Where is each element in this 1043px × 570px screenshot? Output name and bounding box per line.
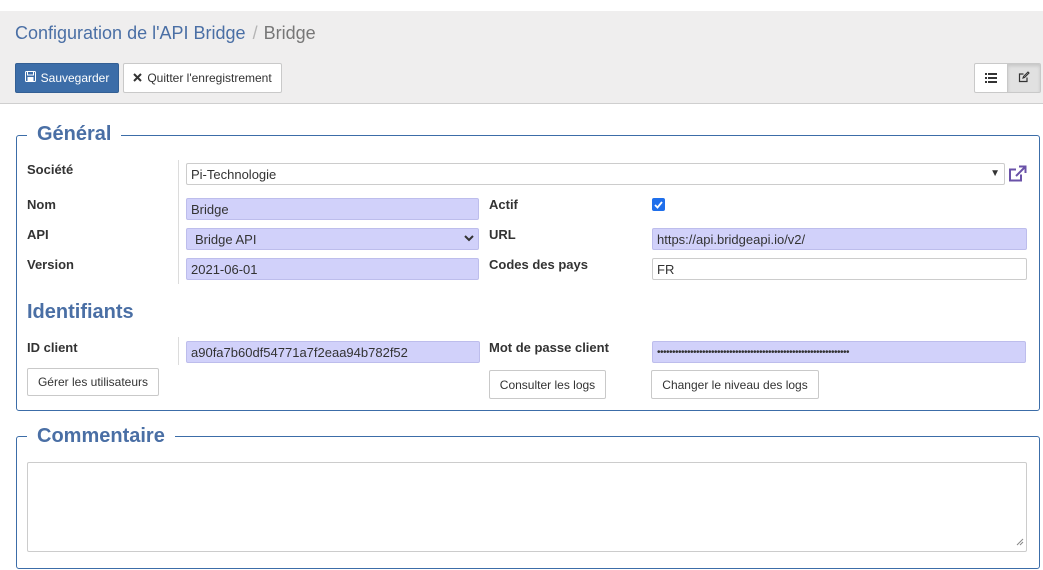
label-divider [178, 160, 179, 284]
view-switcher [974, 63, 1041, 93]
commentaire-legend: Commentaire [27, 424, 175, 448]
codes-pays-input-value: FR [657, 261, 675, 277]
view-logs-button[interactable]: Consulter les logs [489, 370, 606, 399]
breadcrumb-parent-link[interactable]: Configuration de l'API Bridge [15, 23, 246, 43]
close-icon [133, 71, 143, 85]
codes-pays-input[interactable]: FR [652, 258, 1027, 280]
save-button-label: Sauvegarder [40, 71, 110, 85]
url-input-value: https://api.bridgeapi.io/v2/ [657, 231, 806, 247]
actif-checkbox[interactable] [652, 198, 665, 211]
actif-label: Actif [489, 197, 518, 212]
codes-pays-label: Codes des pays [489, 257, 588, 272]
manage-users-button[interactable]: Gérer les utilisateurs [27, 368, 159, 396]
api-select-value: Bridge API [195, 231, 257, 247]
quit-record-button-label: Quitter l'enregistrement [147, 71, 272, 85]
client-password-input-value: ••••••••••••••••••••••••••••••••••••••••… [657, 346, 850, 358]
nom-input[interactable]: Bridge [186, 198, 479, 220]
top-strip [0, 0, 1043, 11]
save-button[interactable]: Sauvegarder [15, 63, 119, 93]
client-password-input[interactable]: ••••••••••••••••••••••••••••••••••••••••… [652, 341, 1026, 363]
client-id-input[interactable]: a90fa7b60df54771a7f2eaa94b782f52 [186, 341, 480, 363]
edit-icon [1018, 70, 1030, 86]
breadcrumb: Configuration de l'API Bridge / Bridge [15, 23, 316, 44]
quit-record-button[interactable]: Quitter l'enregistrement [123, 63, 282, 93]
societe-select[interactable]: Pi-Technologie ▼ [186, 163, 1005, 185]
client-id-label: ID client [27, 340, 78, 355]
change-log-level-button-label: Changer le niveau des logs [662, 377, 808, 392]
floppy-disk-icon [24, 71, 36, 85]
nom-input-value: Bridge [191, 201, 229, 217]
resize-grip-icon[interactable] [1016, 534, 1024, 549]
version-label: Version [27, 257, 74, 272]
list-icon [985, 71, 997, 86]
client-password-label: Mot de passe client [489, 340, 609, 355]
change-log-level-button[interactable]: Changer le niveau des logs [651, 370, 819, 399]
societe-label: Société [27, 162, 74, 177]
control-panel: Configuration de l'API Bridge / Bridge Sau… [0, 11, 1043, 104]
version-input[interactable]: 2021-06-01 [186, 258, 479, 280]
list-view-button[interactable] [974, 63, 1008, 93]
breadcrumb-separator: / [252, 23, 258, 43]
nom-label: Nom [27, 197, 56, 212]
client-id-input-value: a90fa7b60df54771a7f2eaa94b782f52 [191, 344, 408, 360]
api-select[interactable]: Bridge API [186, 228, 479, 250]
api-label: API [27, 227, 49, 242]
commentaire-textarea[interactable] [27, 462, 1027, 552]
url-label: URL [489, 227, 516, 242]
external-link-icon[interactable] [1008, 165, 1027, 186]
chevron-down-icon [463, 232, 475, 247]
form-view-button[interactable] [1007, 63, 1041, 93]
general-legend: Général [27, 122, 122, 146]
checkmark-icon [654, 200, 663, 209]
manage-users-button-label: Gérer les utilisateurs [37, 375, 149, 389]
breadcrumb-current: Bridge [263, 23, 316, 43]
caret-down-icon: ▼ [990, 168, 1000, 179]
version-input-value: 2021-06-01 [191, 261, 258, 277]
label-divider [178, 337, 179, 365]
view-logs-button-label: Consulter les logs [499, 377, 596, 392]
identifiants-title: Identifiants [27, 301, 134, 323]
url-input[interactable]: https://api.bridgeapi.io/v2/ [652, 228, 1027, 250]
societe-select-value: Pi-Technologie [191, 166, 277, 182]
